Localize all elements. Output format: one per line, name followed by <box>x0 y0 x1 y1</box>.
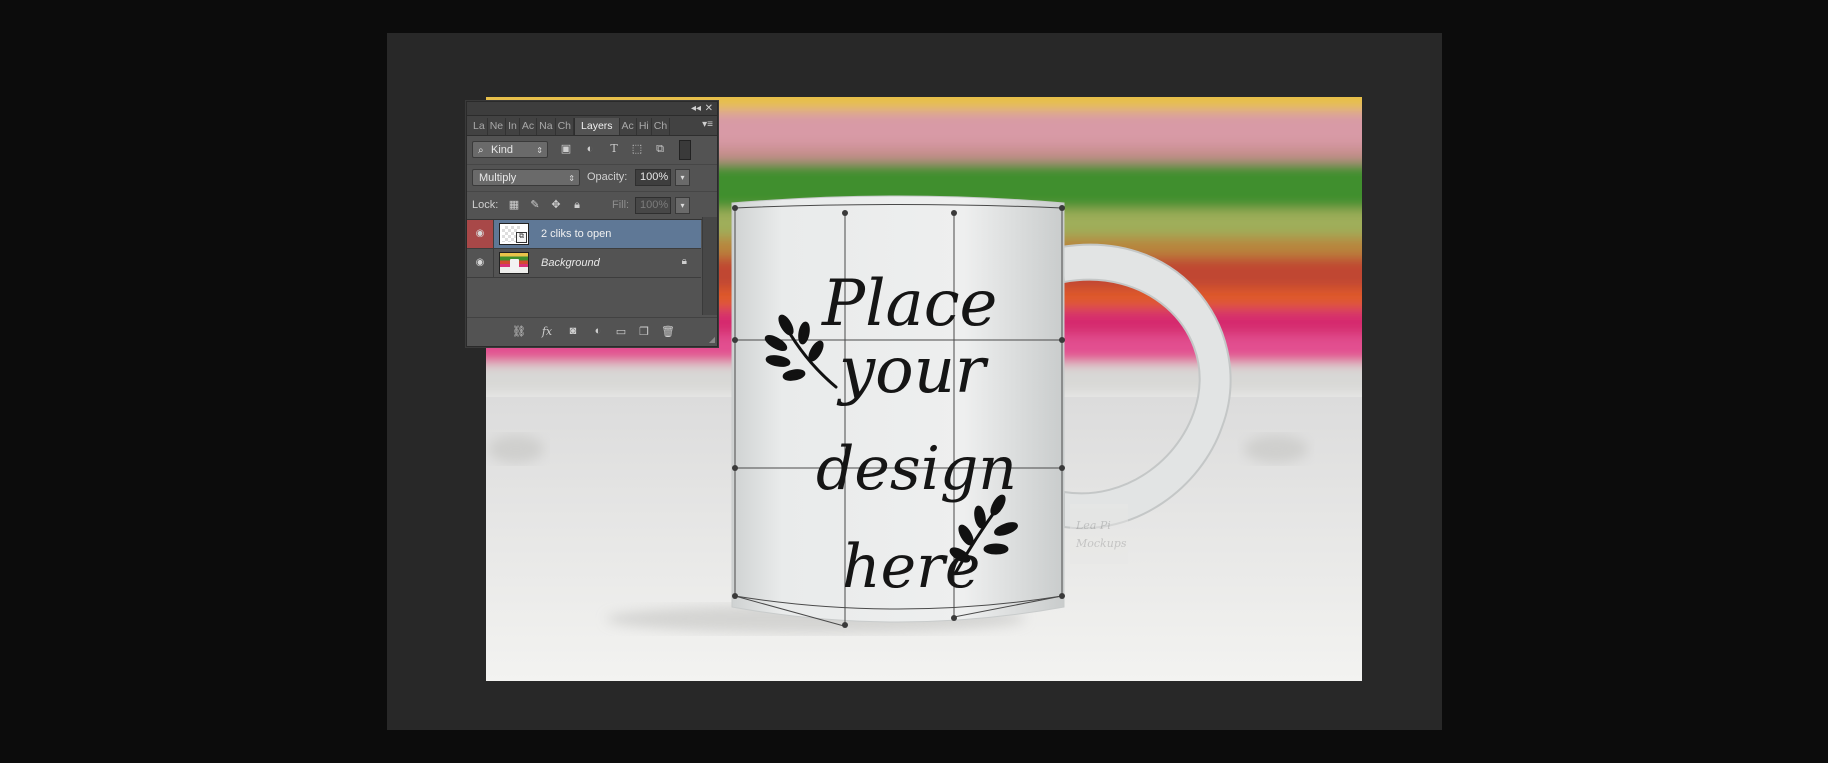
fx-icon[interactable]: fx <box>540 325 554 338</box>
tab-la[interactable]: La <box>471 118 488 135</box>
resize-grip-icon[interactable]: ◢ <box>709 335 715 344</box>
filter-toggle-icon[interactable] <box>679 140 691 160</box>
tab-ch-2[interactable]: Ch <box>652 118 671 135</box>
svg-text:Mockups: Mockups <box>1075 537 1127 550</box>
mug-text-line-2: your <box>836 334 989 408</box>
opacity-label: Opacity: <box>587 171 628 183</box>
fill-dropdown-icon[interactable]: ▾ <box>675 197 690 214</box>
visibility-eye-icon[interactable]: ◉ <box>467 249 494 277</box>
mug-text-line-1: Place <box>821 267 997 341</box>
lock-label: Lock: <box>472 199 499 211</box>
layers-scrollbar[interactable] <box>702 217 717 315</box>
shape-filter-icon[interactable]: ⬚ <box>630 142 644 156</box>
updown-arrow-icon: ⇕ <box>536 146 543 155</box>
smart-object-filter-icon[interactable]: ⧉ <box>653 142 667 156</box>
link-layers-icon[interactable]: ⛓ <box>512 325 526 338</box>
layer-name[interactable]: Background <box>541 249 600 277</box>
layer-thumbnail: ⧉ <box>499 223 529 245</box>
panel-titlebar[interactable]: ◂◂ ✕ <box>467 102 717 116</box>
layer-row-smart-object[interactable]: ◉ ⧉ 2 cliks to open <box>467 220 701 249</box>
lock-icon: 🔒︎ <box>681 256 687 267</box>
blend-mode-value: Multiply <box>479 172 517 184</box>
mask-icon[interactable]: ◙ <box>566 325 580 337</box>
filter-kind-select[interactable]: ⌕ Kind ⇕ <box>472 141 548 158</box>
layer-name[interactable]: 2 cliks to open <box>541 220 611 248</box>
search-icon: ⌕ <box>478 145 484 156</box>
watermark: Lea Pi Mockups <box>1070 504 1128 564</box>
lock-position-icon[interactable]: ✥ <box>549 198 563 212</box>
layer-row-background[interactable]: ◉ Background 🔒︎ <box>467 249 701 278</box>
tab-ac-2[interactable]: Ac <box>620 118 637 135</box>
lock-row: Lock: ▦ ✎ ✥ 🔒︎ Fill: 100% ▾ <box>467 191 717 220</box>
updown-arrow-icon: ⇕ <box>568 174 575 183</box>
adjustment-filter-icon[interactable]: ◐ <box>583 142 597 156</box>
opacity-input[interactable]: 100% <box>635 169 671 186</box>
mug-text-line-3: design <box>816 434 1017 504</box>
layer-thumbnail <box>499 252 529 274</box>
visibility-eye-icon[interactable]: ◉ <box>467 220 494 248</box>
tab-ch[interactable]: Ch <box>556 118 575 135</box>
panel-footer: ⛓ fx ◙ ◐ ▭ ❐ 🗑︎ ◢ <box>467 317 717 346</box>
image-filter-icon[interactable]: ▣ <box>559 142 573 156</box>
lock-transparent-icon[interactable]: ▦ <box>507 198 521 212</box>
filter-row: ⌕ Kind ⇕ ▣ ◐ T ⬚ ⧉ <box>467 135 717 165</box>
lock-pixels-icon[interactable]: ✎ <box>528 198 542 212</box>
fill-label: Fill: <box>612 199 630 211</box>
blend-mode-select[interactable]: Multiply ⇕ <box>472 169 580 186</box>
new-layer-icon[interactable]: ❐ <box>637 325 651 338</box>
opacity-dropdown-icon[interactable]: ▾ <box>675 169 690 186</box>
double-chevron-left-icon[interactable]: ◂◂ <box>691 102 701 115</box>
type-filter-icon[interactable]: T <box>607 142 621 156</box>
smart-object-badge-icon: ⧉ <box>516 232 527 243</box>
tab-layers[interactable]: Layers <box>574 118 620 135</box>
tab-na[interactable]: Na <box>537 118 556 135</box>
group-folder-icon[interactable]: ▭ <box>614 325 628 338</box>
tab-ne[interactable]: Ne <box>488 118 507 135</box>
layers-panel[interactable]: ◂◂ ✕ La Ne In Ac Na Ch Layers Ac Hi Ch ▾… <box>466 101 718 347</box>
svg-text:Lea Pi: Lea Pi <box>1075 519 1111 532</box>
tab-in[interactable]: In <box>506 118 520 135</box>
adjustment-layer-icon[interactable]: ◐ <box>591 325 605 337</box>
panel-tabs: La Ne In Ac Na Ch Layers Ac Hi Ch ▾≡ <box>467 116 717 136</box>
fill-input[interactable]: 100% <box>635 197 671 214</box>
tab-hi[interactable]: Hi <box>637 118 652 135</box>
close-icon[interactable]: ✕ <box>705 102 713 115</box>
filter-kind-label: Kind <box>491 144 514 156</box>
trash-icon[interactable]: 🗑︎ <box>661 325 675 338</box>
lock-all-icon[interactable]: 🔒︎ <box>570 198 584 212</box>
panel-menu-icon[interactable]: ▾≡ <box>702 119 713 130</box>
blend-row: Multiply ⇕ Opacity: 100% ▾ <box>467 164 717 192</box>
tab-ac[interactable]: Ac <box>520 118 538 135</box>
